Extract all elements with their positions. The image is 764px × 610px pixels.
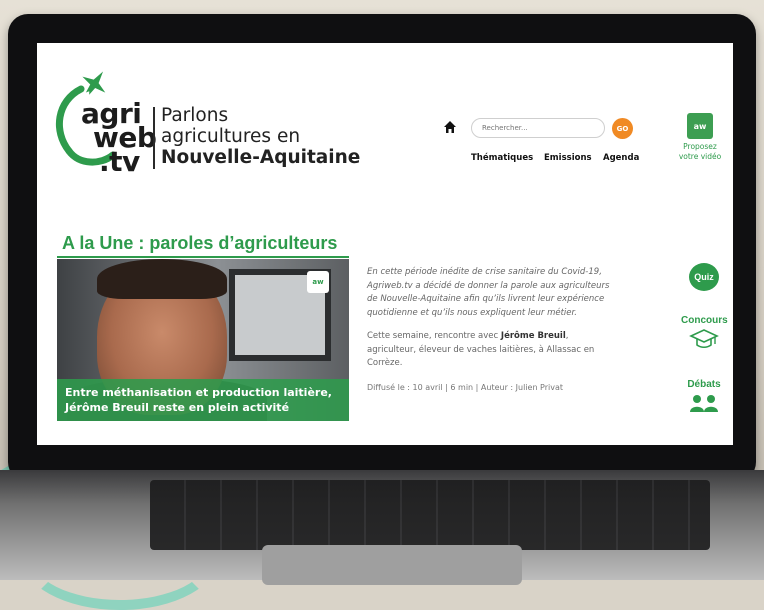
nav-thematiques[interactable]: Thématiques <box>471 153 533 163</box>
video-hair <box>97 259 227 299</box>
debats-link[interactable]: Débats <box>681 379 727 419</box>
une-heading: A la Une : paroles d’agriculteurs <box>62 233 337 254</box>
logo-divider <box>153 107 155 169</box>
people-icon <box>690 395 718 412</box>
home-icon[interactable] <box>443 120 457 134</box>
featured-video[interactable]: aw Entre méthanisation et production lai… <box>57 259 349 421</box>
article-text: En cette période inédite de crise sanita… <box>367 266 612 404</box>
propose-video-label: Proposez votre vidéo <box>678 142 722 161</box>
article-body: Cette semaine, rencontre avec Jérôme Bre… <box>367 330 612 371</box>
search-input[interactable] <box>471 118 605 138</box>
graduation-cap-icon <box>689 329 719 349</box>
tagline-line-2: agricultures en <box>161 126 301 147</box>
logo-tv: .tv <box>99 145 140 178</box>
nav-emissions[interactable]: Emissions <box>544 153 592 163</box>
keyboard <box>150 480 710 550</box>
propose-video-link[interactable]: aw Proposez votre vidéo <box>675 113 725 162</box>
video-watermark: aw <box>307 271 329 293</box>
quiz-badge: Quiz <box>689 263 719 291</box>
tagline-line-3: Nouvelle-Aquitaine <box>161 147 361 168</box>
tagline: Parlons agricultures en Nouvelle-Aquitai… <box>161 105 360 168</box>
go-button[interactable]: GO <box>612 118 633 139</box>
tagline-line-1: Parlons <box>161 105 229 126</box>
website-screen: agri web .tv Parlons agricultures en Nou… <box>37 43 733 445</box>
concours-label: Concours <box>681 315 728 326</box>
nav-agenda[interactable]: Agenda <box>603 153 639 163</box>
video-caption[interactable]: Entre méthanisation et production laitiè… <box>57 379 349 421</box>
une-divider <box>57 256 349 258</box>
debats-label: Débats <box>687 379 721 390</box>
article-intro: En cette période inédite de crise sanita… <box>367 267 610 318</box>
concours-link[interactable]: Concours <box>681 315 728 355</box>
article-meta: Diffusé le : 10 avril | 6 min | Auteur :… <box>367 382 564 392</box>
aw-logo-badge: aw <box>687 113 713 139</box>
trackpad <box>262 545 522 585</box>
article-body-name: Jérôme Breuil <box>500 331 566 341</box>
une-title: A la Une <box>62 233 134 253</box>
article-body-start: Cette semaine, rencontre avec <box>367 331 501 341</box>
quiz-link[interactable]: Quiz <box>681 263 727 291</box>
une-subtitle: : paroles d’agriculteurs <box>133 233 338 253</box>
